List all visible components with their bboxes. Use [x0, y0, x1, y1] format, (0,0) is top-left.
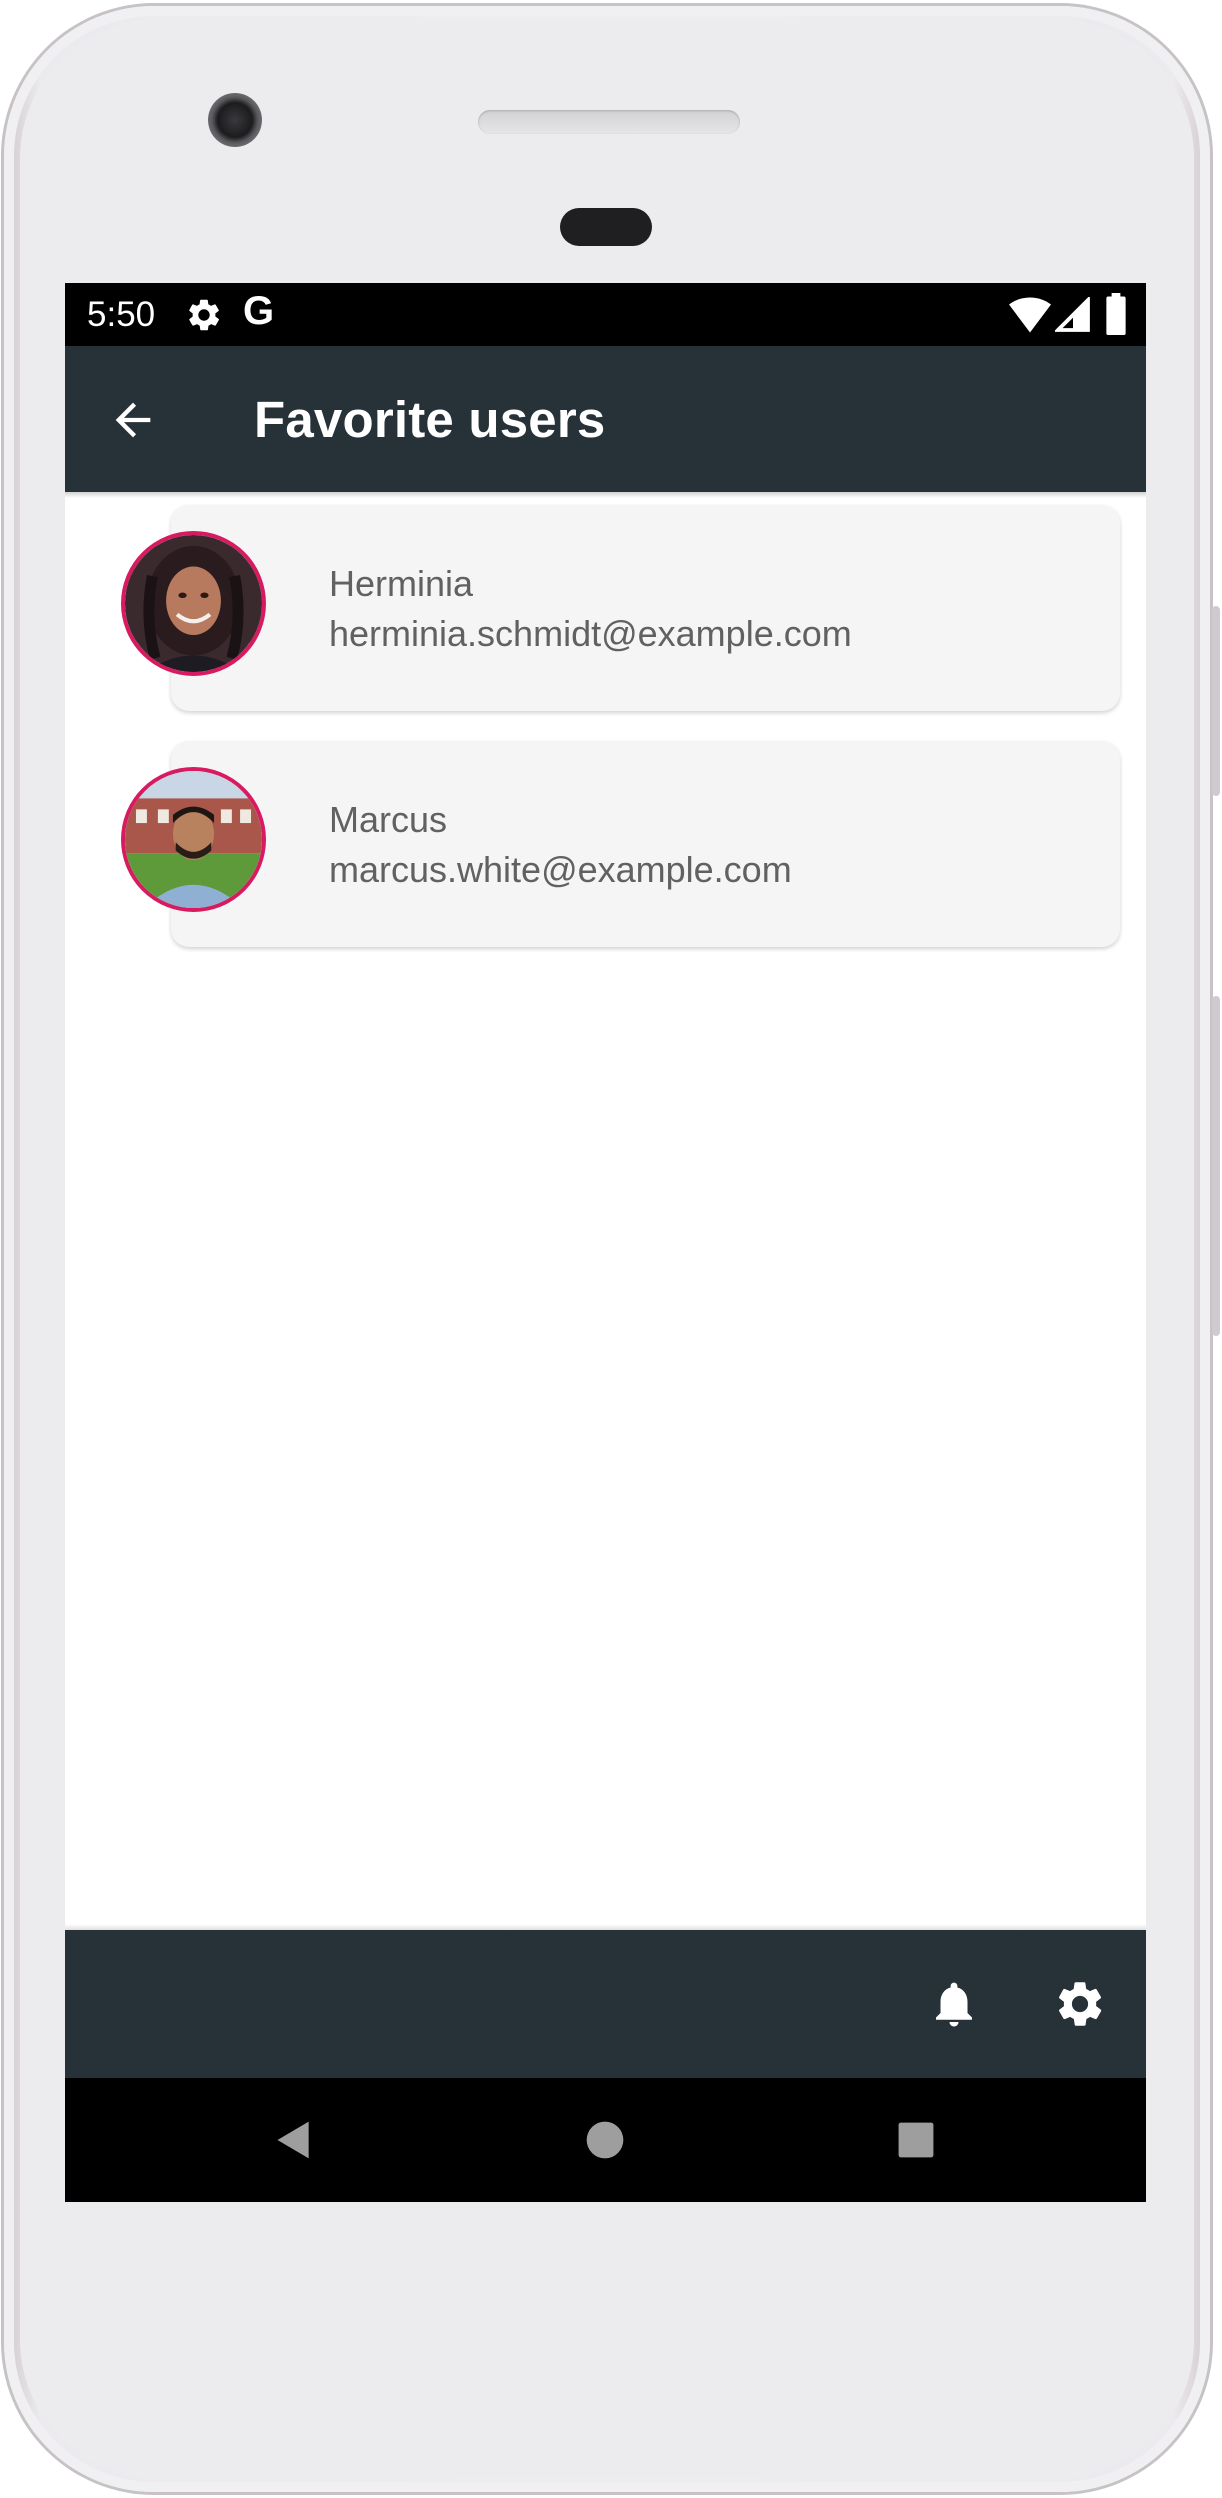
nav-home-icon[interactable] [585, 2120, 625, 2160]
wifi-icon [1009, 297, 1051, 333]
bottom-app-bar [65, 1930, 1146, 2078]
status-time: 5:50 [87, 295, 156, 334]
avatar [121, 531, 266, 676]
user-name: Marcus [329, 799, 448, 840]
nav-back-icon[interactable] [272, 2118, 316, 2162]
proximity-sensor [560, 208, 652, 246]
user-card[interactable] [171, 741, 1120, 947]
screen: 5:50 G Favorite users Herminia herminia.… [65, 283, 1146, 2202]
system-nav-bar [65, 2078, 1146, 2202]
volume-button [1212, 996, 1220, 1336]
list-item[interactable]: Marcus marcus.white@example.com [65, 741, 1146, 951]
list-item[interactable]: Herminia herminia.schmidt@example.com [65, 505, 1146, 715]
user-card[interactable] [171, 505, 1120, 711]
front-camera [208, 93, 262, 147]
nav-recent-icon[interactable] [897, 2121, 935, 2159]
battery-icon [1106, 293, 1126, 335]
app-bar-shadow [65, 492, 1146, 498]
status-bar: 5:50 G [65, 283, 1146, 346]
arrow-back-icon[interactable] [107, 394, 159, 446]
user-email: marcus.white@example.com [329, 849, 792, 890]
app-bar: Favorite users [65, 346, 1146, 492]
user-email: herminia.schmidt@example.com [329, 613, 852, 654]
google-icon: G [243, 289, 275, 333]
gear-icon [189, 299, 219, 331]
avatar [121, 767, 266, 912]
signal-icon [1055, 297, 1090, 332]
earpiece-speaker [478, 110, 740, 134]
gear-icon[interactable] [1053, 1977, 1107, 2031]
page-title: Favorite users [254, 391, 606, 448]
power-button [1212, 606, 1220, 796]
user-name: Herminia [329, 563, 474, 604]
bell-icon[interactable] [927, 1977, 981, 2031]
